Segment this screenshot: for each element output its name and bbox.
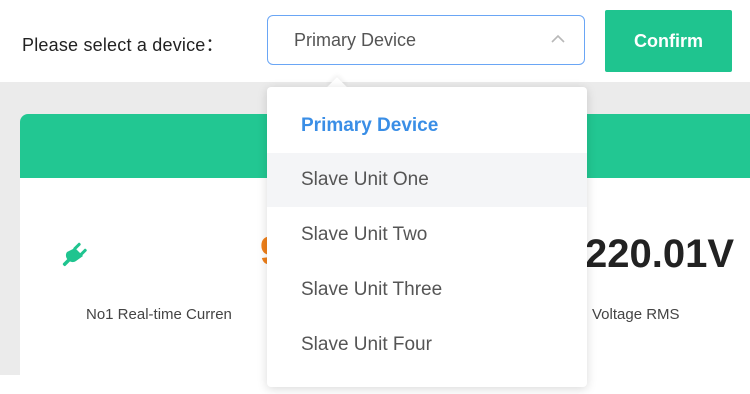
option-slave-unit-four[interactable]: Slave Unit Four: [267, 318, 587, 372]
device-select-label: Please select a device：: [22, 35, 224, 55]
current-label: No1 Real-time Curren: [86, 306, 232, 323]
device-select-bar: Please select a device： Primary Device C…: [0, 0, 750, 82]
option-slave-unit-three[interactable]: Slave Unit Three: [267, 263, 587, 317]
voltage-value: 220.01V: [585, 232, 735, 276]
device-dropdown: Primary Device Slave Unit One Slave Unit…: [267, 87, 587, 387]
chevron-up-icon: [551, 34, 565, 43]
device-select-value: Primary Device: [294, 30, 417, 50]
device-select[interactable]: Primary Device: [267, 15, 585, 65]
option-primary-device[interactable]: Primary Device: [267, 99, 587, 153]
option-slave-unit-two[interactable]: Slave Unit Two: [267, 208, 587, 262]
plug-icon: [62, 242, 87, 267]
option-slave-unit-one[interactable]: Slave Unit One: [267, 153, 587, 207]
voltage-label: Voltage RMS: [592, 306, 680, 323]
confirm-button[interactable]: Confirm: [605, 10, 732, 72]
